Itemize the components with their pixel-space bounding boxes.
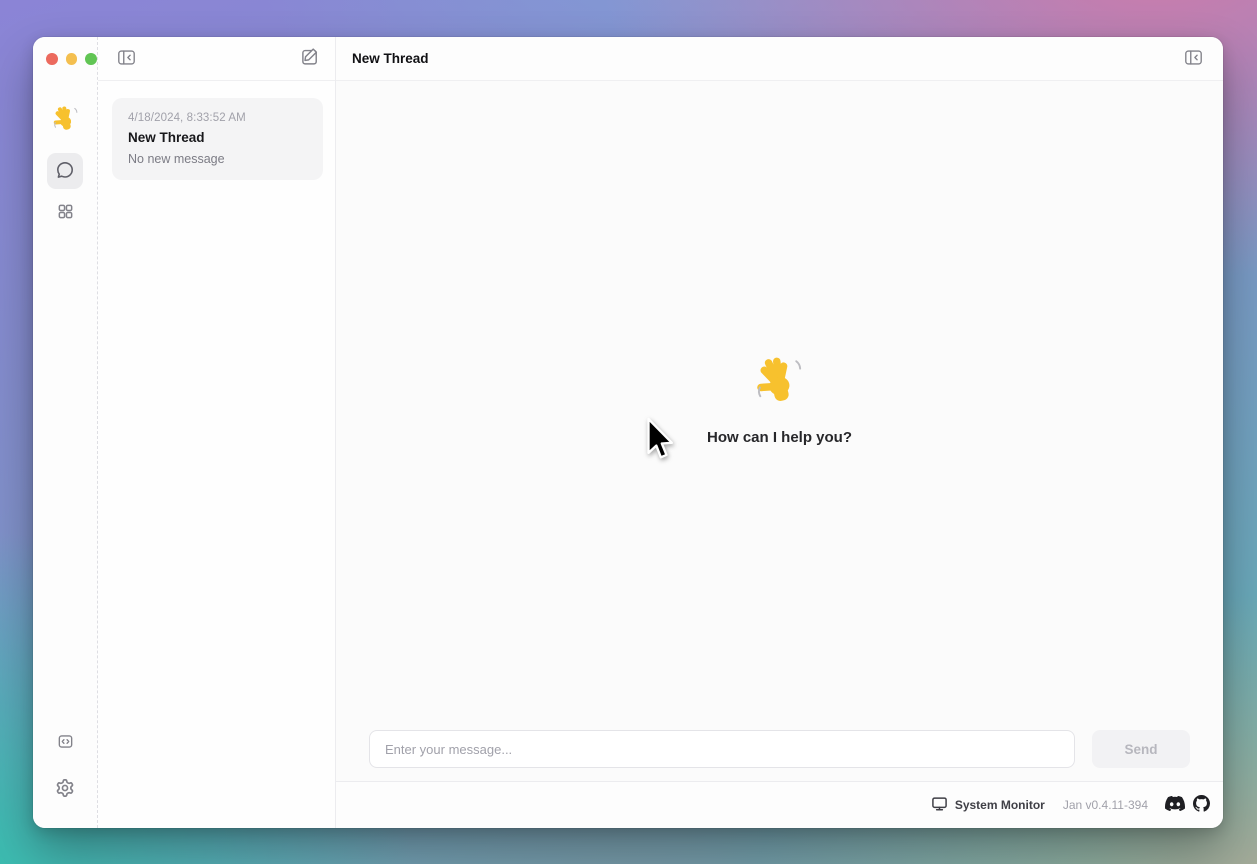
zoom-window-button[interactable] (85, 53, 97, 65)
thread-list-panel: 4/18/2024, 8:33:52 AM New Thread No new … (97, 37, 335, 828)
app-version-label: Jan v0.4.11-394 (1063, 798, 1148, 812)
greeting-text: How can I help you? (707, 429, 852, 446)
system-monitor-button[interactable]: System Monitor (931, 795, 1045, 815)
icon-rail (33, 37, 97, 828)
nav-hub-button[interactable] (47, 195, 83, 231)
settings-button[interactable] (47, 771, 83, 807)
grid-icon (57, 203, 74, 223)
thread-preview: No new message (128, 152, 307, 166)
message-composer: Send (336, 718, 1223, 781)
new-thread-button[interactable] (297, 44, 323, 73)
code-window-icon (57, 733, 74, 753)
minimize-window-button[interactable] (66, 53, 78, 65)
panel-left-icon (117, 49, 136, 69)
local-api-server-button[interactable] (47, 725, 83, 761)
github-icon (1193, 795, 1210, 815)
discord-icon (1165, 796, 1185, 814)
toggle-right-panel-button[interactable] (1181, 46, 1206, 72)
app-logo-wave-icon (51, 104, 80, 138)
app-window: 4/18/2024, 8:33:52 AM New Thread No new … (33, 37, 1223, 828)
thread-list-header (98, 37, 335, 81)
chat-panel: New Thread How can I (335, 37, 1223, 828)
send-button[interactable]: Send (1092, 730, 1190, 768)
empty-state: How can I help you? (707, 353, 852, 446)
traffic-lights (33, 37, 97, 81)
gear-icon (56, 779, 74, 800)
message-input[interactable] (369, 730, 1075, 768)
mouse-pointer-icon (645, 417, 673, 463)
thread-title: New Thread (128, 130, 307, 145)
close-window-button[interactable] (46, 53, 58, 65)
status-footer: System Monitor Jan v0.4.11-394 (336, 781, 1223, 828)
chat-header: New Thread (336, 37, 1223, 81)
page-title: New Thread (352, 51, 429, 66)
compose-icon (300, 47, 320, 70)
thread-list-item[interactable]: 4/18/2024, 8:33:52 AM New Thread No new … (112, 98, 323, 180)
system-monitor-label: System Monitor (955, 798, 1045, 812)
thread-timestamp: 4/18/2024, 8:33:52 AM (128, 112, 307, 124)
collapse-left-panel-button[interactable] (114, 46, 139, 72)
chat-bubble-icon (56, 161, 74, 182)
discord-link[interactable] (1165, 796, 1185, 814)
chat-empty-area: How can I help you? (336, 81, 1223, 718)
wave-hand-icon (752, 353, 806, 412)
github-link[interactable] (1193, 795, 1210, 815)
monitor-icon (931, 795, 948, 815)
panel-right-icon (1184, 49, 1203, 69)
nav-threads-button[interactable] (47, 153, 83, 189)
desktop-background: 4/18/2024, 8:33:52 AM New Thread No new … (0, 0, 1257, 864)
